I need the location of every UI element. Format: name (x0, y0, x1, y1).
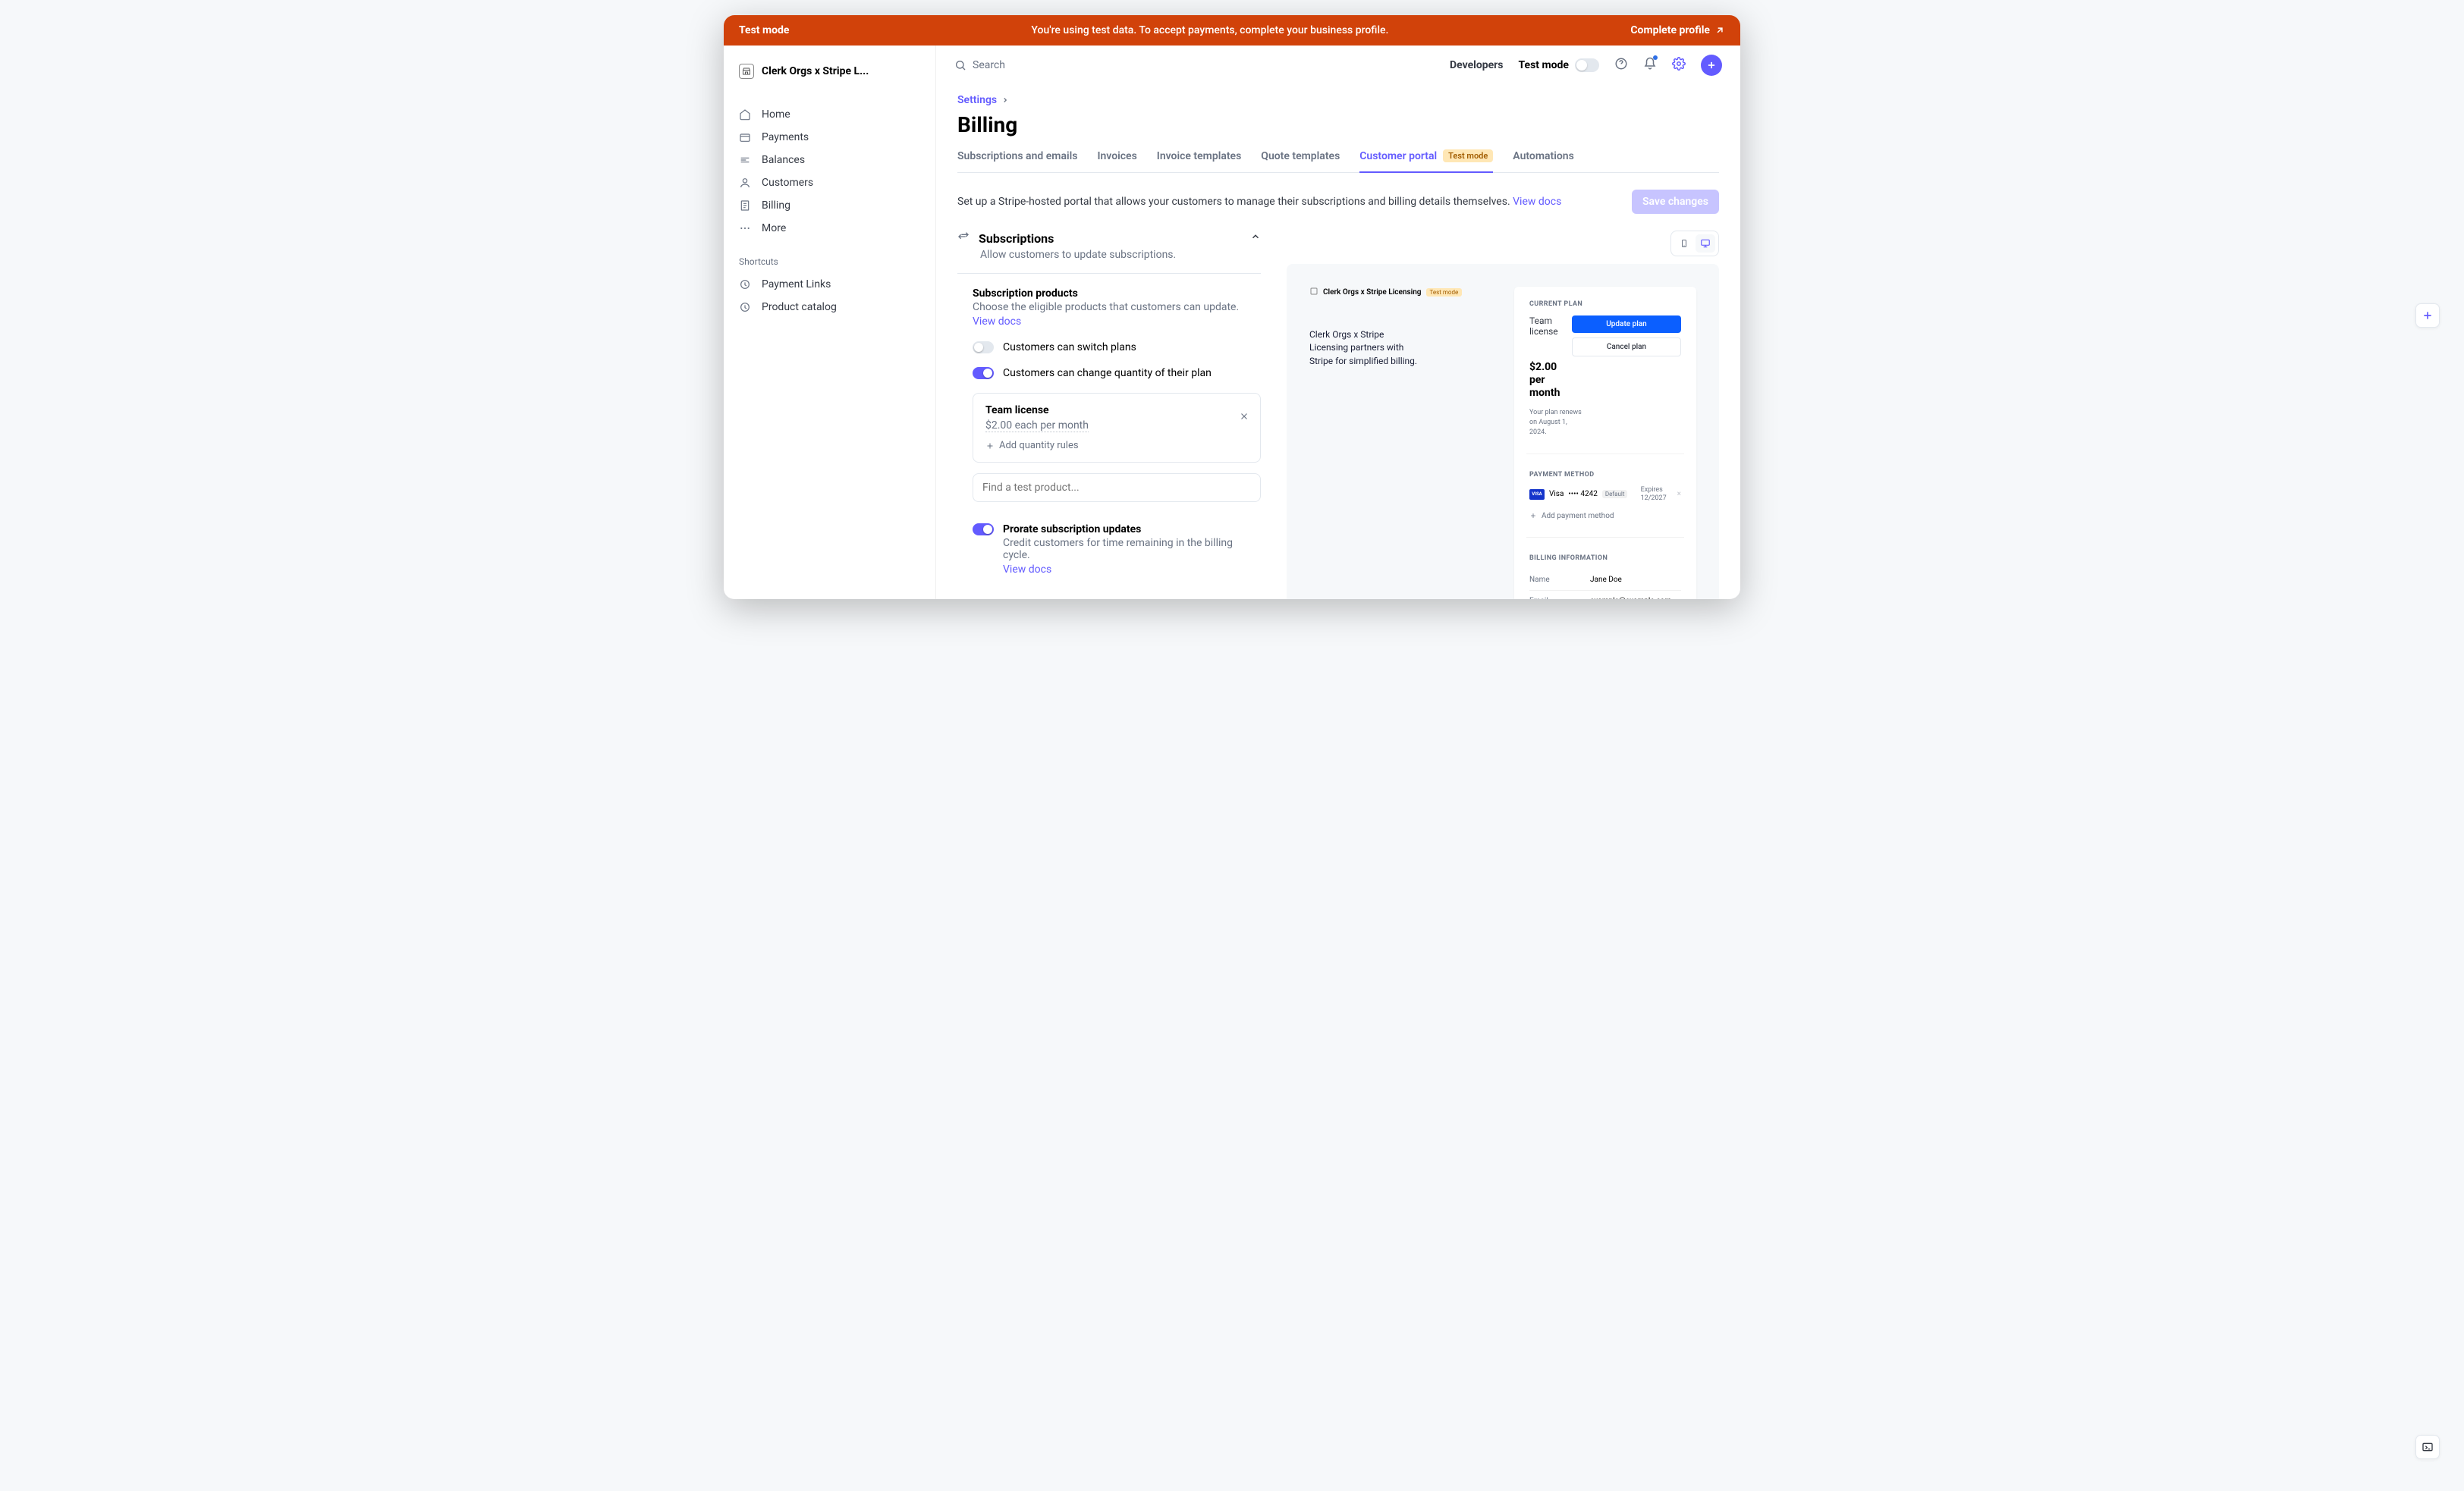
breadcrumb[interactable]: Settings (957, 94, 1719, 106)
view-docs-link[interactable]: View docs (1003, 563, 1051, 576)
test-mode-banner: Test mode You're using test data. To acc… (724, 15, 1740, 46)
subscription-products-title: Subscription products (973, 287, 1261, 300)
sidebar-item-balances[interactable]: Balances (733, 149, 926, 171)
tabs: Subscriptions and emails Invoices Invoic… (957, 149, 1719, 173)
billing-info-label: BILLING INFORMATION (1529, 554, 1681, 562)
org-switcher[interactable]: Clerk Orgs x Stripe L... (733, 58, 926, 85)
test-mode-badge: Test mode (1426, 288, 1463, 297)
sidebar-item-payment-links[interactable]: Payment Links (733, 273, 926, 296)
complete-profile-link[interactable]: Complete profile (1630, 24, 1725, 36)
prorate-toggle[interactable] (973, 523, 994, 535)
product-name: Team license (985, 404, 1248, 416)
shortcuts-label: Shortcuts (733, 250, 926, 273)
cancel-plan-button[interactable]: Cancel plan (1572, 337, 1681, 356)
tab-quote-templates[interactable]: Quote templates (1261, 149, 1340, 172)
subscription-products-desc: Choose the eligible products that custom… (973, 301, 1261, 313)
change-quantity-label: Customers can change quantity of their p… (1003, 367, 1212, 379)
desktop-preview-button[interactable] (1696, 234, 1715, 253)
mobile-preview-button[interactable] (1674, 234, 1694, 253)
plus-icon (985, 441, 995, 450)
arrow-up-right-icon (1714, 25, 1725, 36)
tab-invoices[interactable]: Invoices (1097, 149, 1136, 172)
add-quantity-rules[interactable]: Add quantity rules (985, 440, 1248, 451)
wallet-icon (739, 131, 753, 143)
banner-left: Test mode (739, 24, 790, 36)
floating-terminal-button[interactable] (2415, 1435, 2440, 1459)
switch-plans-label: Customers can switch plans (1003, 341, 1136, 353)
product-price: $2.00 each per month (985, 419, 1089, 432)
view-docs-link[interactable]: View docs (1513, 196, 1561, 208)
person-icon (739, 177, 753, 189)
prorate-desc: Credit customers for time remaining in t… (1003, 537, 1261, 561)
bell-icon[interactable] (1643, 57, 1657, 74)
payment-method-label: PAYMENT METHOD (1529, 471, 1681, 479)
product-card: Team license $2.00 each per month Add qu… (973, 393, 1261, 463)
remove-card-icon[interactable]: × (1677, 490, 1681, 498)
preview-brand: Clerk Orgs x Stripe Licensing (1323, 288, 1422, 297)
banner-message: You're using test data. To accept paymen… (790, 24, 1631, 36)
billing-email: Emailexample@example.com (1529, 591, 1681, 599)
chevron-right-icon (1001, 96, 1009, 104)
device-switch (1670, 231, 1719, 256)
test-mode-toggle[interactable]: Test mode (1519, 58, 1600, 72)
intro-text: Set up a Stripe-hosted portal that allow… (957, 196, 1561, 208)
find-product-input[interactable] (973, 473, 1261, 502)
plus-icon (1529, 512, 1537, 519)
save-button[interactable]: Save changes (1632, 190, 1719, 214)
billing-name: NameJane Doe (1529, 570, 1681, 591)
sidebar-item-product-catalog[interactable]: Product catalog (733, 296, 926, 319)
transfer-icon (957, 231, 970, 246)
floating-add-button[interactable] (2415, 303, 2440, 328)
receipt-icon (739, 199, 753, 212)
view-docs-link[interactable]: View docs (973, 315, 1021, 328)
change-quantity-toggle[interactable] (973, 367, 994, 379)
sidebar: Clerk Orgs x Stripe L... Home Payments B… (724, 46, 936, 599)
sidebar-item-billing[interactable]: Billing (733, 194, 926, 217)
developers-link[interactable]: Developers (1450, 59, 1504, 71)
card-row: VISA Visa •••• 4242 Default Expires12/20… (1529, 486, 1681, 503)
current-plan-label: CURRENT PLAN (1529, 300, 1681, 308)
visa-icon: VISA (1529, 489, 1545, 500)
help-icon[interactable] (1614, 57, 1628, 74)
default-badge: Default (1602, 490, 1628, 498)
org-name: Clerk Orgs x Stripe L... (762, 65, 869, 77)
switch-plans-toggle[interactable] (973, 341, 994, 353)
clock-icon (739, 278, 753, 290)
sidebar-item-home[interactable]: Home (733, 103, 926, 126)
subscriptions-desc: Allow customers to update subscriptions. (980, 249, 1176, 261)
update-plan-button[interactable]: Update plan (1572, 315, 1681, 333)
tab-subscriptions-emails[interactable]: Subscriptions and emails (957, 149, 1077, 172)
plan-name: Team license (1529, 315, 1560, 337)
tab-invoice-templates[interactable]: Invoice templates (1157, 149, 1242, 172)
subscriptions-title: Subscriptions (979, 231, 1054, 246)
search-icon (954, 59, 966, 71)
page-title: Billing (957, 112, 1719, 137)
add-payment-method[interactable]: Add payment method (1529, 512, 1681, 520)
chevron-up-icon[interactable] (1250, 231, 1261, 245)
gear-icon[interactable] (1672, 57, 1686, 74)
clock-icon (739, 301, 753, 313)
sidebar-item-customers[interactable]: Customers (733, 171, 926, 194)
preview-description: Clerk Orgs x Stripe Licensing partners w… (1309, 328, 1484, 368)
remove-product-button[interactable] (1239, 410, 1249, 425)
portal-preview: Clerk Orgs x Stripe Licensing Test mode … (1287, 264, 1719, 599)
balance-icon (739, 154, 753, 166)
add-button[interactable] (1701, 55, 1722, 76)
sidebar-item-more[interactable]: More (733, 217, 926, 240)
plan-renew: Your plan renews on August 1, 2024. (1529, 408, 1582, 437)
test-mode-badge: Test mode (1443, 149, 1493, 162)
sidebar-item-payments[interactable]: Payments (733, 126, 926, 149)
store-icon (739, 64, 754, 79)
plan-price: $2.00 per month (1529, 361, 1567, 399)
prorate-title: Prorate subscription updates (1003, 523, 1141, 535)
home-icon (739, 108, 753, 121)
dots-icon (739, 222, 753, 234)
tab-customer-portal[interactable]: Customer portal Test mode (1359, 149, 1493, 173)
store-icon (1309, 287, 1318, 298)
search-input[interactable]: Search (954, 59, 1435, 71)
topbar: Search Developers Test mode (936, 46, 1740, 85)
toggle-icon[interactable] (1575, 58, 1599, 72)
tab-automations[interactable]: Automations (1513, 149, 1574, 172)
